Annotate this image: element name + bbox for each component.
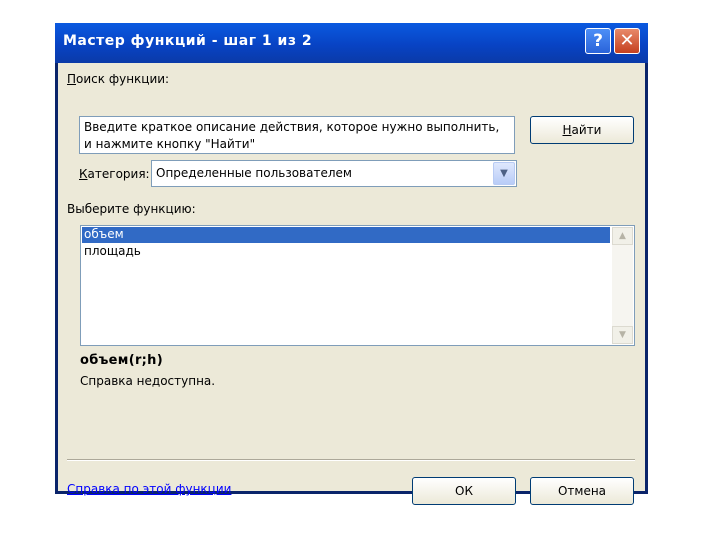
- function-wizard-dialog: Мастер функций - шаг 1 из 2 ? ✕ Поиск фу…: [55, 23, 648, 505]
- scrollbar[interactable]: ▲ ▼: [612, 227, 633, 344]
- function-list-label: Выберите функцию:: [67, 202, 196, 216]
- function-description: Справка недоступна.: [80, 374, 216, 388]
- function-signature: объем(r;h): [80, 353, 163, 368]
- close-button[interactable]: ✕: [614, 28, 640, 54]
- dialog-title: Мастер функций - шаг 1 из 2: [63, 33, 313, 49]
- divider: [67, 459, 635, 461]
- scroll-down-icon[interactable]: ▼: [612, 326, 633, 344]
- category-label: Категория:: [79, 167, 150, 181]
- ok-button[interactable]: ОК: [412, 477, 516, 505]
- help-link[interactable]: Справка по этой функции: [67, 482, 231, 496]
- title-bar[interactable]: Мастер функций - шаг 1 из 2 ? ✕: [55, 23, 648, 63]
- search-input[interactable]: Введите краткое описание действия, котор…: [79, 116, 515, 154]
- help-button[interactable]: ?: [585, 28, 611, 54]
- scroll-up-icon[interactable]: ▲: [612, 227, 633, 245]
- function-list[interactable]: объем площадь ▲ ▼: [80, 225, 635, 346]
- dialog-body: Поиск функции: Введите краткое описание …: [58, 63, 645, 505]
- search-label: Поиск функции:: [67, 72, 170, 86]
- list-item[interactable]: площадь: [82, 244, 610, 260]
- cancel-button[interactable]: Отмена: [530, 477, 634, 505]
- list-item[interactable]: объем: [82, 227, 610, 243]
- category-selected-value: Определенные пользователем: [156, 166, 352, 180]
- category-select[interactable]: Определенные пользователем ▼: [151, 160, 517, 187]
- find-button[interactable]: Найти: [530, 116, 634, 144]
- chevron-down-icon[interactable]: ▼: [493, 162, 515, 185]
